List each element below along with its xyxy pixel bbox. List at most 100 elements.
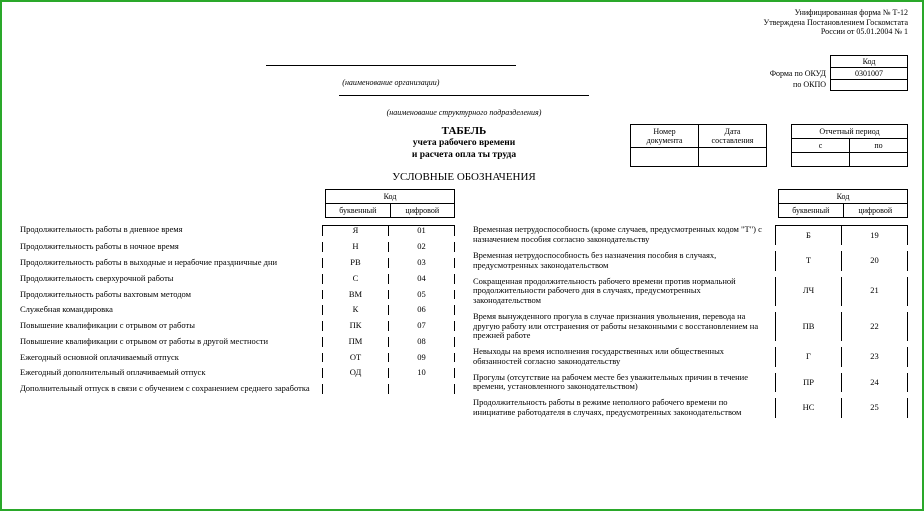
legend-letter-code (322, 384, 388, 394)
legend-letter-code: НС (775, 398, 841, 418)
legend-letter-code: Г (775, 347, 841, 367)
legend-numeric-code: 06 (388, 305, 455, 315)
doc-num-label: Номер документа (631, 125, 699, 148)
legend-desc: Продолжительность работы в режиме неполн… (473, 398, 775, 418)
legend-row: Продолжительность работы в выходные и не… (20, 255, 455, 271)
org-caption: (наименование организации) (342, 78, 439, 87)
legend-desc: Повышение квалификации с отрывом от рабо… (20, 337, 322, 347)
legend-numeric-code: 02 (388, 242, 455, 252)
legend-desc: Ежегодный дополнительный оплачиваемый от… (20, 368, 322, 378)
legend-letter-code: С (322, 274, 388, 284)
legend-numeric-code: 04 (388, 274, 455, 284)
legend-numeric-code: 01 (388, 225, 455, 236)
legend-letter-code: ПВ (775, 312, 841, 341)
approved-line: Утверждена Постановлением Госкомстата (20, 18, 908, 28)
legend-row: Время вынужденного прогула в случае приз… (473, 309, 908, 344)
okpo-value (831, 79, 908, 90)
form-meta: Унифицированная форма № Т-12 Утверждена … (20, 8, 908, 37)
form-line: Унифицированная форма № Т-12 (20, 8, 908, 18)
period-label: Отчетный период (792, 125, 908, 139)
okud-label: Форма по ОКУД (762, 67, 831, 79)
country-date: России от 05.01.2004 № 1 (20, 27, 908, 37)
legend-row: Ежегодный основной оплачиваемый отпускОТ… (20, 350, 455, 366)
legend-row: Продолжительность работы в ночное времяН… (20, 239, 455, 255)
unit-caption: (наименование структурного подразделения… (387, 108, 542, 117)
legend-numeric-code: 08 (388, 337, 455, 347)
legend-numeric-code (388, 384, 455, 394)
doc-date-label: Дата составления (699, 125, 767, 148)
legend-desc: Временная нетрудоспособность без назначе… (473, 251, 775, 271)
legend-numeric-code: 22 (841, 312, 908, 341)
legend-numeric-code: 20 (841, 251, 908, 271)
legend-numeric-code: 05 (388, 290, 455, 300)
legend-letter-code: ПМ (322, 337, 388, 347)
legend-desc: Повышение квалификации с отрывом от рабо… (20, 321, 322, 331)
legend-desc: Время вынужденного прогула в случае приз… (473, 312, 775, 341)
legend-desc: Продолжительность работы в выходные и не… (20, 258, 322, 268)
legend-numeric-code: 25 (841, 398, 908, 418)
legend-row: Временная нетрудоспособность (кроме случ… (473, 222, 908, 248)
legend-letter-code: ВМ (322, 290, 388, 300)
legend-row: Служебная командировкаК06 (20, 302, 455, 318)
legend-desc: Ежегодный основной оплачиваемый отпуск (20, 353, 322, 363)
legend-letter-code: ОТ (322, 353, 388, 363)
legend-desc: Прогулы (отсутствие на рабочем месте без… (473, 373, 775, 393)
legend-row: Повышение квалификации с отрывом от рабо… (20, 318, 455, 334)
legend-numeric-code: 24 (841, 373, 908, 393)
legend-letter-code: Я (322, 225, 388, 236)
doc-period-block: Номер документа Дата составления Отчетны… (630, 124, 908, 167)
legend-row: Ежегодный дополнительный оплачиваемый от… (20, 365, 455, 381)
legend-desc: Продолжительность работы в ночное время (20, 242, 322, 252)
legend-desc: Сокращенная продолжительность рабочего в… (473, 277, 775, 306)
legend-numeric-code: 03 (388, 258, 455, 268)
legend-numeric-code: 09 (388, 353, 455, 363)
legend-desc: Невыходы на время исполнения государстве… (473, 347, 775, 367)
legend-desc: Дополнительный отпуск в связи с обучение… (20, 384, 322, 394)
period-to-label: по (850, 139, 908, 153)
okpo-label: по ОКПО (762, 79, 831, 90)
legend-desc: Служебная командировка (20, 305, 322, 315)
legend-row: Продолжительность работы в дневное время… (20, 222, 455, 239)
document-frame: { "meta": { "form_line": "Унифицированна… (0, 0, 924, 511)
legend-columns: Код буквенный цифровой Продолжительность… (20, 189, 908, 420)
legend-row: Продолжительность работы в режиме неполн… (473, 395, 908, 421)
legend-desc: Продолжительность сверхурочной работы (20, 274, 322, 284)
legend-desc: Продолжительность работы вахтовым методо… (20, 290, 322, 300)
period-from-label: с (792, 139, 850, 153)
legend-letter-code: ОД (322, 368, 388, 378)
legend-numeric-code: 07 (388, 321, 455, 331)
legend-desc: Временная нетрудоспособность (кроме случ… (473, 225, 775, 245)
legend-numeric-code: 23 (841, 347, 908, 367)
legend-letter-code: Б (775, 225, 841, 245)
okud-value: 0301007 (831, 67, 908, 79)
legend-header-right: Код буквенный цифровой (778, 189, 908, 218)
legend-row: Продолжительность работы вахтовым методо… (20, 287, 455, 303)
legend-row: Временная нетрудоспособность без назначе… (473, 248, 908, 274)
legend-letter-code: ЛЧ (775, 277, 841, 306)
legend-row: Дополнительный отпуск в связи с обучение… (20, 381, 455, 397)
legend-row: Невыходы на время исполнения государстве… (473, 344, 908, 370)
legend-letter-code: К (322, 305, 388, 315)
legend-letter-code: ПК (322, 321, 388, 331)
period-from-cell (792, 153, 850, 167)
legend-row: Повышение квалификации с отрывом от рабо… (20, 334, 455, 350)
legend-numeric-code: 21 (841, 277, 908, 306)
doc-num-cell (631, 148, 699, 167)
period-to-cell (850, 153, 908, 167)
code-block: Код Форма по ОКУД0301007 по ОКПО (762, 55, 908, 91)
legend-letter-code: Т (775, 251, 841, 271)
code-header: Код (831, 55, 908, 67)
legend-numeric-code: 19 (841, 225, 908, 245)
legend-row: Продолжительность сверхурочной работыС04 (20, 271, 455, 287)
legend-left-col: Код буквенный цифровой Продолжительность… (20, 189, 455, 420)
section-title: УСЛОВНЫЕ ОБОЗНАЧЕНИЯ (20, 171, 908, 183)
legend-letter-code: Н (322, 242, 388, 252)
legend-row: Сокращенная продолжительность рабочего в… (473, 274, 908, 309)
legend-desc: Продолжительность работы в дневное время (20, 225, 322, 235)
legend-right-col: Код буквенный цифровой Временная нетрудо… (473, 189, 908, 420)
legend-letter-code: РВ (322, 258, 388, 268)
doc-date-cell (699, 148, 767, 167)
legend-numeric-code: 10 (388, 368, 455, 378)
legend-row: Прогулы (отсутствие на рабочем месте без… (473, 370, 908, 396)
legend-header-left: Код буквенный цифровой (325, 189, 455, 218)
